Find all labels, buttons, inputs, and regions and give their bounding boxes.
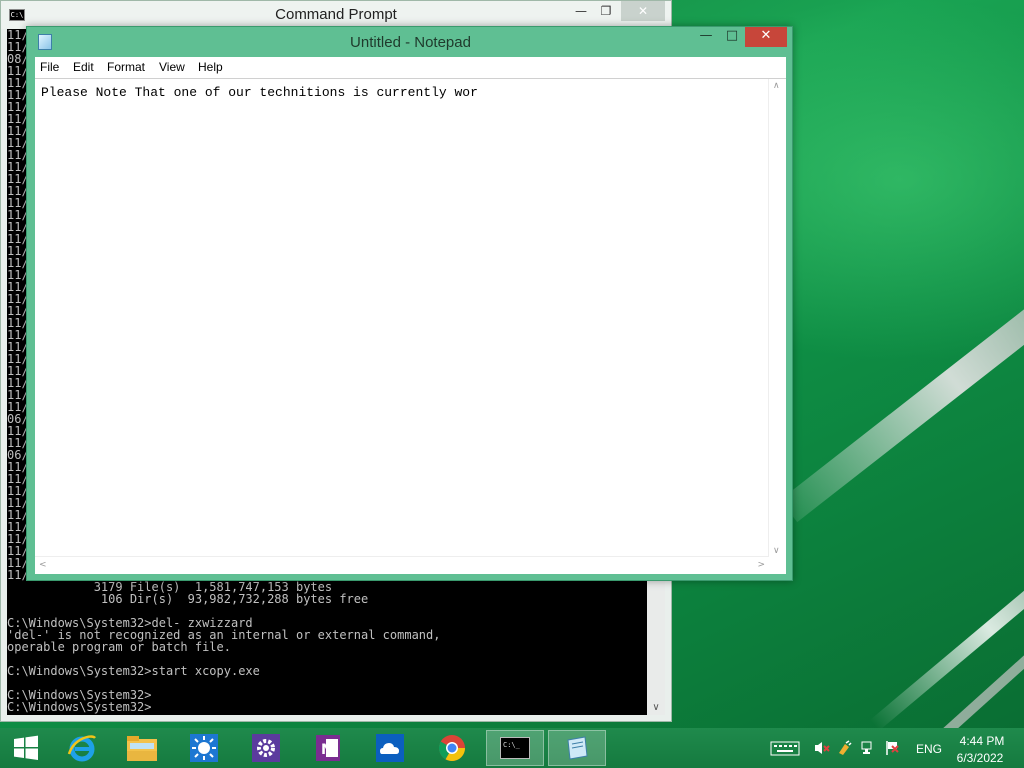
notepad-icon: [567, 736, 588, 760]
keyboard-icon[interactable]: [770, 740, 800, 756]
notepad-text-area[interactable]: Please Note That one of our technitions …: [35, 78, 786, 574]
action-center-flag-icon[interactable]: [884, 740, 900, 756]
onedrive-icon: [376, 734, 404, 762]
weather-button[interactable]: [178, 730, 230, 766]
command-prompt-icon: C:\_: [500, 737, 530, 759]
menu-format[interactable]: Format: [107, 60, 145, 74]
wallpaper-streak: [870, 527, 1024, 728]
menu-file[interactable]: File: [40, 60, 59, 74]
file-explorer-icon: [127, 736, 157, 761]
taskbar: N C:\_ ENG 4:44 PM 6/3/2022: [0, 728, 1024, 768]
menu-help[interactable]: Help: [198, 60, 223, 74]
command-prompt-taskbar-button[interactable]: C:\_: [486, 730, 544, 766]
menu-edit[interactable]: Edit: [73, 60, 94, 74]
scroll-up-icon[interactable]: ∧: [773, 81, 780, 91]
file-explorer-button[interactable]: [116, 730, 168, 766]
notepad-content: Please Note That one of our technitions …: [41, 85, 478, 100]
cmd-output-line: C:\Windows\System32>start xcopy.exe: [7, 664, 260, 678]
scroll-down-icon[interactable]: ∨: [650, 702, 662, 713]
cmd-output-line: 106 Dir(s) 93,982,732,288 bytes free: [7, 592, 369, 606]
cmd-output: 3179 File(s) 1,581,747,153 bytes 106 Dir…: [7, 581, 440, 713]
weather-icon: [190, 734, 218, 762]
notepad-taskbar-button[interactable]: [548, 730, 606, 766]
start-icon: [14, 735, 38, 760]
clock-date[interactable]: 6/3/2022: [954, 751, 1006, 765]
notepad-vertical-scrollbar[interactable]: ∧ ∨: [768, 79, 786, 558]
scroll-right-icon[interactable]: >: [757, 560, 765, 570]
settings-button[interactable]: [240, 730, 292, 766]
cmd-restore-button[interactable]: ❐: [591, 1, 621, 21]
network-icon[interactable]: [860, 740, 876, 756]
cmd-close-button[interactable]: ✕: [621, 1, 665, 21]
clock-time[interactable]: 4:44 PM: [958, 734, 1006, 748]
settings-icon: [252, 734, 280, 762]
notepad-window[interactable]: Untitled - Notepad — □ ✕ File Edit Forma…: [26, 26, 793, 581]
notepad-menubar: File Edit Format View Help: [35, 57, 786, 78]
chrome-icon: [438, 735, 466, 762]
scroll-left-icon[interactable]: <: [39, 560, 47, 570]
cmd-titlebar[interactable]: C:\ Command Prompt — ❐ ✕: [1, 1, 671, 29]
notepad-horizontal-scrollbar[interactable]: < >: [35, 556, 769, 574]
volume-muted-icon[interactable]: [814, 740, 830, 756]
onedrive-button[interactable]: [364, 730, 416, 766]
cmd-left-column: 11/11/08/11/11/11/11/11/11/11/11/11/11/1…: [7, 29, 29, 581]
scroll-down-icon[interactable]: ∨: [773, 546, 780, 556]
svg-text:N: N: [321, 742, 333, 758]
power-plug-icon[interactable]: [836, 740, 852, 756]
notepad-close-button[interactable]: ✕: [745, 27, 787, 47]
input-language[interactable]: ENG: [916, 742, 942, 756]
notepad-window-title: Untitled - Notepad: [350, 34, 471, 51]
wallpaper-streak: [780, 241, 1024, 523]
chrome-button[interactable]: [426, 730, 478, 766]
cmd-output-line: C:\Windows\System32>: [7, 700, 152, 714]
notepad-maximize-button[interactable]: □: [719, 27, 745, 47]
cmd-output-line: operable program or batch file.: [7, 640, 231, 654]
onenote-button[interactable]: N: [302, 730, 354, 766]
internet-explorer-icon: [67, 735, 96, 762]
svg-text:C:\_: C:\_: [503, 741, 521, 749]
menu-view[interactable]: View: [159, 60, 185, 74]
notepad-minimize-button[interactable]: —: [693, 27, 719, 47]
internet-explorer-button[interactable]: [56, 730, 108, 766]
onenote-icon: N: [316, 735, 340, 761]
start-button[interactable]: [0, 730, 52, 766]
